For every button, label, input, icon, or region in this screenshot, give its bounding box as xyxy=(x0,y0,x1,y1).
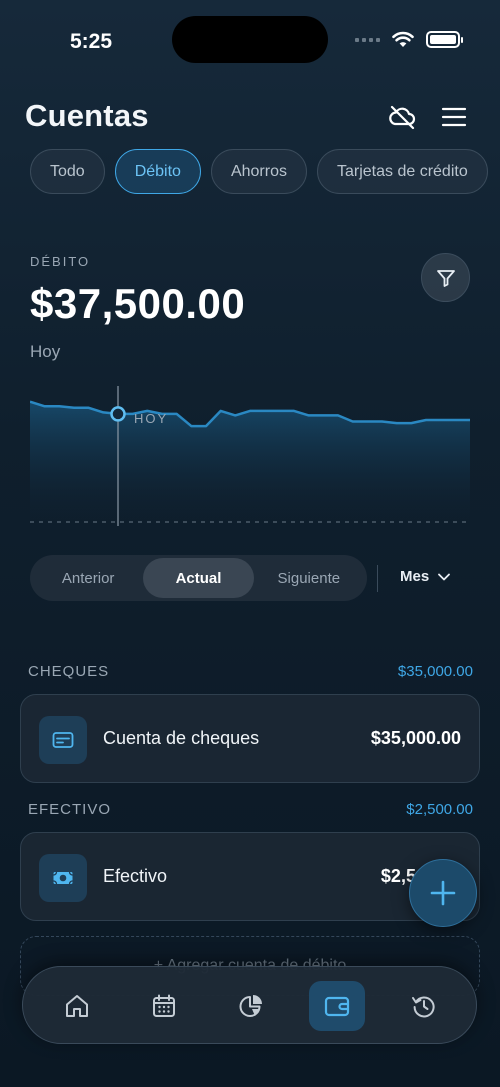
status-bar: 5:25 xyxy=(0,0,500,80)
wallet-icon xyxy=(324,996,350,1017)
plus-icon xyxy=(430,880,456,906)
funnel-icon xyxy=(436,269,455,287)
dynamic-island xyxy=(172,16,328,63)
banknote-icon xyxy=(39,854,87,902)
account-card-efectivo[interactable]: Efectivo $2,500.00 xyxy=(20,832,480,921)
tab-accounts[interactable] xyxy=(309,981,365,1031)
chart-marker-label: HOY xyxy=(134,411,168,426)
status-time: 5:25 xyxy=(70,30,113,53)
period-siguiente[interactable]: Siguiente xyxy=(254,558,364,598)
period-anterior[interactable]: Anterior xyxy=(33,558,143,598)
period-selector: Anterior Actual Siguiente xyxy=(30,555,367,601)
divider xyxy=(377,565,378,592)
group-name: EFECTIVO xyxy=(28,801,112,818)
header: Cuentas xyxy=(25,98,475,138)
summary-section-label: DÉBITO xyxy=(30,254,91,269)
group-header-efectivo: EFECTIVO $2,500.00 xyxy=(28,801,473,818)
tab-home[interactable] xyxy=(49,981,105,1031)
account-card-cheques[interactable]: Cuenta de cheques $35,000.00 xyxy=(20,694,480,783)
group-header-cheques: CHEQUES $35,000.00 xyxy=(28,663,473,680)
group-name: CHEQUES xyxy=(28,663,110,680)
chip-tarjetas-de-credito[interactable]: Tarjetas de crédito xyxy=(316,149,488,194)
status-icons xyxy=(355,31,463,48)
hamburger-menu-icon[interactable] xyxy=(439,102,469,132)
chevron-down-icon xyxy=(438,573,451,580)
total-balance: $37,500.00 xyxy=(30,280,246,327)
battery-icon xyxy=(426,31,463,48)
group-total: $2,500.00 xyxy=(406,801,473,818)
history-icon xyxy=(412,996,435,1018)
signal-icon xyxy=(355,37,380,42)
calendar-icon xyxy=(153,994,175,1017)
balance-line-chart[interactable]: HOY xyxy=(30,380,470,530)
cloud-off-icon[interactable] xyxy=(387,102,417,132)
add-fab-button[interactable] xyxy=(409,859,477,927)
bottom-tab-bar xyxy=(22,966,477,1044)
tab-history[interactable] xyxy=(396,981,452,1031)
credit-card-icon xyxy=(39,716,87,764)
range-dropdown-label: Mes xyxy=(400,568,430,585)
period-actual[interactable]: Actual xyxy=(143,558,254,598)
account-type-filter: Todo Débito Ahorros Tarjetas de crédito xyxy=(30,149,488,194)
wifi-icon xyxy=(392,31,414,47)
selected-date-label: Hoy xyxy=(30,342,61,361)
chip-debito[interactable]: Débito xyxy=(114,149,201,194)
chip-todo[interactable]: Todo xyxy=(30,149,105,194)
range-dropdown[interactable]: Mes xyxy=(400,568,451,585)
chart-area xyxy=(30,401,470,522)
account-name: Efectivo xyxy=(103,866,168,886)
tab-calendar[interactable] xyxy=(136,981,192,1031)
chart-marker-point[interactable] xyxy=(110,406,126,422)
group-total: $35,000.00 xyxy=(397,663,473,680)
filter-button[interactable] xyxy=(421,253,470,302)
account-balance: $35,000.00 xyxy=(370,728,461,748)
pie-chart-icon xyxy=(239,995,262,1017)
tab-reports[interactable] xyxy=(223,981,279,1031)
account-name: Cuenta de cheques xyxy=(103,728,260,748)
home-icon xyxy=(66,995,88,1017)
chip-ahorros[interactable]: Ahorros xyxy=(210,149,307,194)
